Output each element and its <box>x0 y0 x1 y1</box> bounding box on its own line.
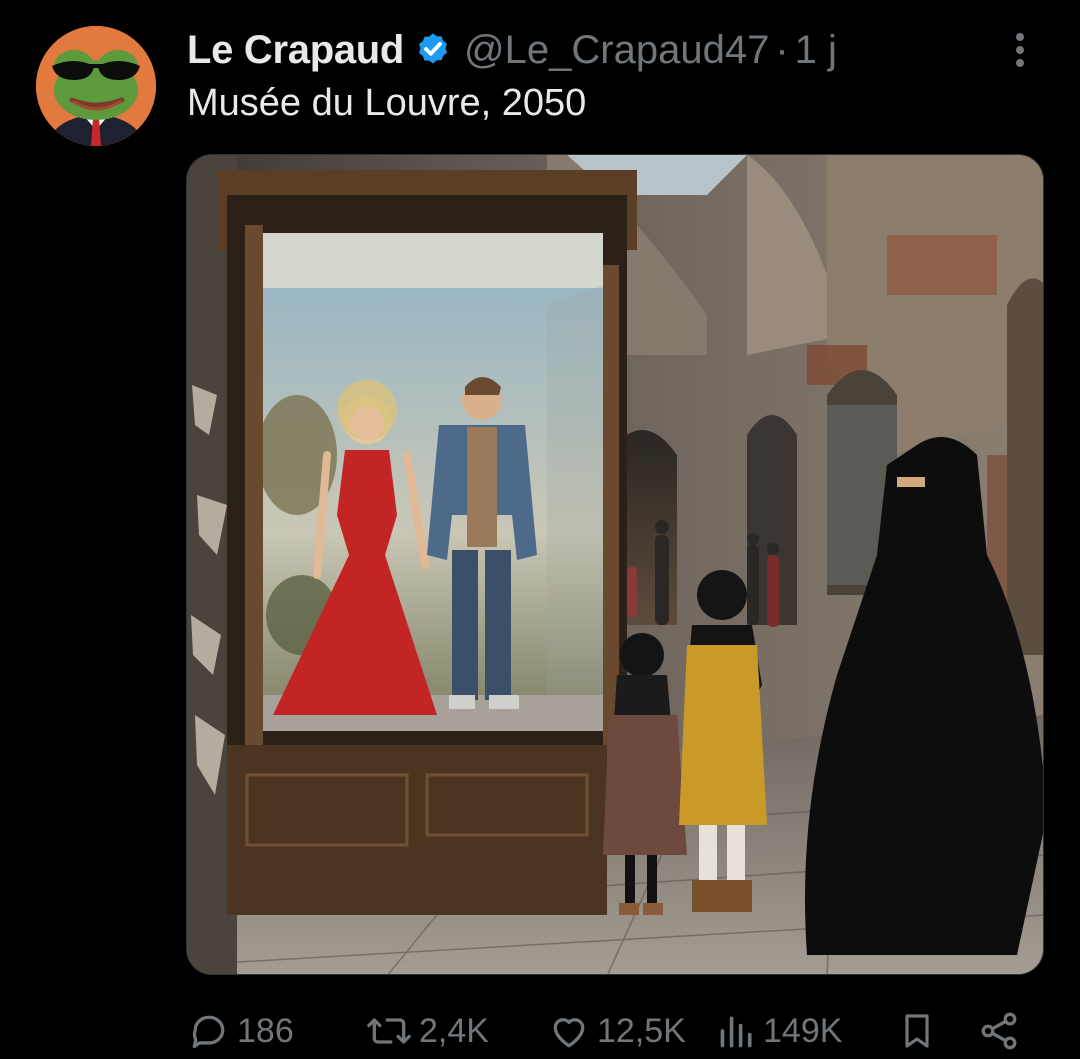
reply-button[interactable]: 186 <box>187 1005 294 1057</box>
reply-icon <box>192 1015 225 1049</box>
views-count: 149K <box>763 1011 843 1050</box>
tweet-text: Musée du Louvre, 2050 <box>187 82 587 124</box>
ruined-museum-image <box>187 155 1043 974</box>
separator-dot: · <box>775 27 789 72</box>
tweet-header: Le Crapaud @Le_Crapaud47 · 1 j <box>187 22 837 78</box>
action-bar: 186 2,4K 12,5K 149K <box>187 1005 1037 1057</box>
like-button[interactable]: 12,5K <box>547 1005 686 1057</box>
bookmark-button[interactable] <box>897 1005 937 1057</box>
heart-icon <box>553 1018 585 1048</box>
like-count: 12,5K <box>597 1011 686 1050</box>
repost-icon <box>367 1018 411 1044</box>
more-options-icon[interactable] <box>1000 30 1040 70</box>
frog-avatar-icon <box>36 26 156 146</box>
views-chart-icon <box>720 1016 752 1048</box>
views-button[interactable]: 149K <box>717 1005 842 1057</box>
display-name[interactable]: Le Crapaud <box>187 28 404 73</box>
share-icon <box>981 1012 1017 1050</box>
tweet-media[interactable] <box>186 154 1044 975</box>
tweet[interactable]: Le Crapaud @Le_Crapaud47 · 1 j Musée du … <box>0 0 1080 1059</box>
bookmark-icon <box>905 1014 929 1048</box>
reply-count: 186 <box>237 1011 294 1050</box>
timestamp[interactable]: 1 j <box>795 28 837 73</box>
repost-count: 2,4K <box>419 1011 489 1050</box>
share-button[interactable] <box>977 1005 1021 1057</box>
avatar[interactable] <box>36 26 156 146</box>
repost-button[interactable]: 2,4K <box>365 1005 489 1057</box>
user-handle[interactable]: @Le_Crapaud47 <box>464 28 769 73</box>
verified-badge-icon[interactable] <box>414 31 452 69</box>
